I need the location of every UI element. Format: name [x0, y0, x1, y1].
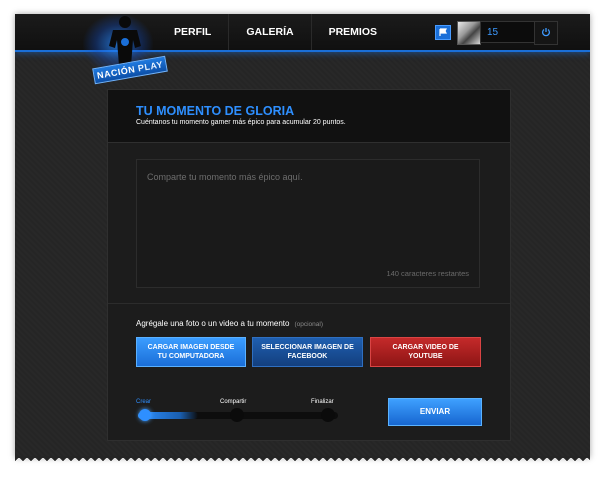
points-counter: 15 — [480, 21, 535, 43]
upload-youtube-video-button[interactable]: CARGAR VIDEO DE YOUTUBE — [370, 337, 481, 367]
nav-perfil[interactable]: PERFIL — [157, 14, 230, 50]
step-finalizar: Finalizar — [311, 399, 334, 405]
flag-icon[interactable] — [435, 25, 451, 40]
upload-from-computer-button[interactable]: CARGAR IMAGEN DESDE TU COMPUTADORA — [136, 337, 246, 367]
send-button[interactable]: ENVIAR — [388, 398, 482, 426]
nav-galeria[interactable]: GALERÍA — [229, 14, 312, 50]
char-counter: 140 caracteres restantes — [386, 269, 469, 278]
torn-edge — [15, 456, 590, 464]
step-dot-crear — [139, 409, 151, 421]
media-label-text: Agrégale una foto o un video a tu moment… — [136, 319, 290, 328]
logo-play-text: PLAY — [137, 59, 164, 74]
app-frame: PERFIL GALERÍA PREMIOS 15 NACIÓNPLAY TU … — [15, 14, 590, 458]
panel-header: TU MOMENTO DE GLORIA Cuéntanos tu moment… — [108, 90, 510, 143]
select-facebook-image-button[interactable]: SELECCIONAR IMAGEN DE FACEBOOK — [252, 337, 363, 367]
page-title: TU MOMENTO DE GLORIA — [136, 104, 295, 118]
power-icon[interactable] — [534, 21, 558, 45]
nacion-play-logo[interactable]: NACIÓNPLAY — [75, 14, 168, 85]
page-subtitle: Cuéntanos tu momento gamer más épico par… — [136, 119, 346, 126]
nav-premios[interactable]: PREMIOS — [312, 14, 394, 50]
moment-panel: TU MOMENTO DE GLORIA Cuéntanos tu moment… — [107, 89, 511, 441]
user-avatar[interactable] — [457, 21, 481, 45]
media-label: Agrégale una foto o un video a tu moment… — [136, 319, 323, 328]
divider — [108, 303, 510, 304]
step-crear: Crear — [136, 399, 152, 405]
step-dot-compartir — [230, 408, 244, 422]
main-nav: PERFIL GALERÍA PREMIOS — [157, 14, 394, 50]
logo-text: NACIÓN — [96, 64, 136, 81]
step-compartir: Compartir — [220, 399, 247, 405]
moment-textarea[interactable]: Comparte tu momento más épico aquí. 140 … — [136, 159, 480, 288]
textarea-placeholder: Comparte tu momento más épico aquí. — [147, 172, 303, 182]
optional-tag: (opcional) — [294, 321, 323, 328]
step-dot-finalizar — [321, 408, 335, 422]
